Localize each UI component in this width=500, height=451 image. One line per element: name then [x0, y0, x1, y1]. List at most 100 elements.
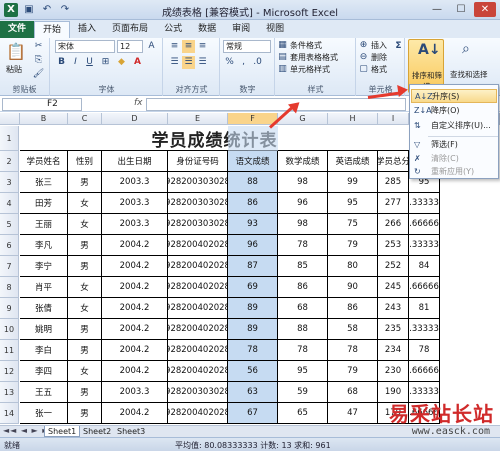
- data-cell[interactable]: 230: [378, 361, 409, 382]
- data-cell[interactable]: 410928200402028812: [168, 319, 228, 340]
- data-cell[interactable]: 234: [378, 340, 409, 361]
- data-cell[interactable]: 96: [278, 193, 328, 214]
- data-cell[interactable]: 93: [228, 214, 278, 235]
- grow-font-icon[interactable]: A: [145, 40, 158, 53]
- border-icon[interactable]: ⊞: [99, 56, 112, 69]
- formula-input[interactable]: [146, 98, 406, 111]
- data-cell[interactable]: 王丽: [20, 214, 68, 235]
- data-cell[interactable]: 姚明: [20, 319, 68, 340]
- data-cell[interactable]: 245: [378, 277, 409, 298]
- maximize-button[interactable]: ☐: [450, 2, 472, 17]
- cell-style-button[interactable]: 单元格样式: [290, 64, 330, 75]
- data-cell[interactable]: 63: [228, 382, 278, 403]
- table-format-button[interactable]: 套用表格格式: [290, 52, 338, 63]
- align-left-icon[interactable]: ☰: [168, 56, 181, 69]
- row-header-14[interactable]: 14: [0, 403, 19, 424]
- data-cell[interactable]: 85: [278, 256, 328, 277]
- data-cell[interactable]: 86: [228, 193, 278, 214]
- row-header-2[interactable]: 2: [0, 151, 19, 172]
- data-cell[interactable]: 男: [68, 340, 102, 361]
- data-cell[interactable]: 田芳: [20, 193, 68, 214]
- data-cell[interactable]: 86: [278, 277, 328, 298]
- paste-icon[interactable]: 📋: [6, 42, 26, 62]
- data-cell[interactable]: 李凡: [20, 235, 68, 256]
- data-cell[interactable]: 2004.2: [102, 235, 168, 256]
- data-cell[interactable]: 89: [228, 298, 278, 319]
- copy-icon[interactable]: ⎘: [32, 54, 45, 67]
- align-bottom-icon[interactable]: ≡: [196, 40, 209, 53]
- row-header-11[interactable]: 11: [0, 340, 19, 361]
- column-header-b[interactable]: B: [20, 113, 68, 125]
- data-cell[interactable]: 252: [378, 256, 409, 277]
- header-cell[interactable]: 身份证号码: [168, 151, 228, 172]
- data-cell[interactable]: 285: [378, 172, 409, 193]
- row-header-9[interactable]: 9: [0, 298, 19, 319]
- data-cell[interactable]: 79: [328, 235, 378, 256]
- column-header-e[interactable]: E: [168, 113, 228, 125]
- data-cell[interactable]: 78.3333333: [409, 319, 440, 340]
- data-cell[interactable]: 男: [68, 235, 102, 256]
- data-cell[interactable]: 男: [68, 319, 102, 340]
- data-cell[interactable]: 56: [228, 361, 278, 382]
- tab-page-layout[interactable]: 页面布局: [104, 21, 156, 38]
- data-cell[interactable]: 81.6666667: [409, 277, 440, 298]
- close-button[interactable]: ✕: [474, 2, 496, 17]
- data-cell[interactable]: 张倩: [20, 298, 68, 319]
- column-header-i[interactable]: I: [378, 113, 409, 125]
- data-cell[interactable]: 243: [378, 298, 409, 319]
- data-cell[interactable]: 2004.2: [102, 256, 168, 277]
- data-cell[interactable]: 65: [278, 403, 328, 424]
- row-header-3[interactable]: 3: [0, 172, 19, 193]
- row-header-10[interactable]: 10: [0, 319, 19, 340]
- underline-button[interactable]: U: [83, 56, 96, 69]
- data-cell[interactable]: 410928200402028812: [168, 403, 228, 424]
- data-cell[interactable]: 95: [278, 361, 328, 382]
- data-cell[interactable]: 59: [278, 382, 328, 403]
- data-cell[interactable]: 47: [328, 403, 378, 424]
- data-cell[interactable]: 88.6666667: [409, 214, 440, 235]
- data-cell[interactable]: 76.6666667: [409, 361, 440, 382]
- data-cell[interactable]: 90: [328, 277, 378, 298]
- align-right-icon[interactable]: ☰: [196, 56, 209, 69]
- data-cell[interactable]: 2003.3: [102, 193, 168, 214]
- tab-review[interactable]: 审阅: [224, 21, 258, 38]
- decimal-icon[interactable]: .0: [251, 56, 264, 69]
- header-cell[interactable]: 英语成绩: [328, 151, 378, 172]
- font-size-select[interactable]: 12: [117, 40, 143, 53]
- data-cell[interactable]: 410928200303028811: [168, 172, 228, 193]
- data-cell[interactable]: 79: [328, 361, 378, 382]
- sheet-tab-1[interactable]: Sheet1: [44, 426, 81, 437]
- comma-icon[interactable]: ,: [237, 56, 250, 69]
- data-cell[interactable]: 2004.2: [102, 361, 168, 382]
- row-header-13[interactable]: 13: [0, 382, 19, 403]
- row-header-7[interactable]: 7: [0, 256, 19, 277]
- align-center-icon[interactable]: ☰: [182, 56, 195, 69]
- data-cell[interactable]: 女: [68, 193, 102, 214]
- sheet-title-cell[interactable]: 学员成绩统计表: [20, 126, 409, 151]
- header-cell[interactable]: 出生日期: [102, 151, 168, 172]
- row-header-8[interactable]: 8: [0, 277, 19, 298]
- data-cell[interactable]: 男: [68, 382, 102, 403]
- data-cell[interactable]: 2004.2: [102, 340, 168, 361]
- data-cell[interactable]: 女: [68, 361, 102, 382]
- delete-cells-button[interactable]: 删除: [371, 52, 387, 63]
- align-top-icon[interactable]: ≡: [168, 40, 181, 53]
- custom-sort-item[interactable]: ⇅ 自定义排序(U)...: [411, 119, 497, 133]
- row-header-6[interactable]: 6: [0, 235, 19, 256]
- data-cell[interactable]: 2003.3: [102, 214, 168, 235]
- name-box[interactable]: F2: [2, 98, 82, 111]
- data-cell[interactable]: 88: [228, 172, 278, 193]
- data-cell[interactable]: 87: [228, 256, 278, 277]
- row-header-1[interactable]: 1: [0, 126, 19, 151]
- align-middle-icon[interactable]: ≡: [182, 40, 195, 53]
- data-cell[interactable]: 58: [328, 319, 378, 340]
- data-cell[interactable]: 98: [278, 214, 328, 235]
- minimize-button[interactable]: —: [426, 2, 448, 17]
- data-cell[interactable]: 78: [278, 235, 328, 256]
- format-painter-icon[interactable]: 🖌: [32, 68, 45, 81]
- data-cell[interactable]: 女: [68, 214, 102, 235]
- data-cell[interactable]: 张一: [20, 403, 68, 424]
- data-cell[interactable]: 2004.2: [102, 403, 168, 424]
- data-cell[interactable]: 女: [68, 277, 102, 298]
- tab-file[interactable]: 文件: [0, 21, 35, 38]
